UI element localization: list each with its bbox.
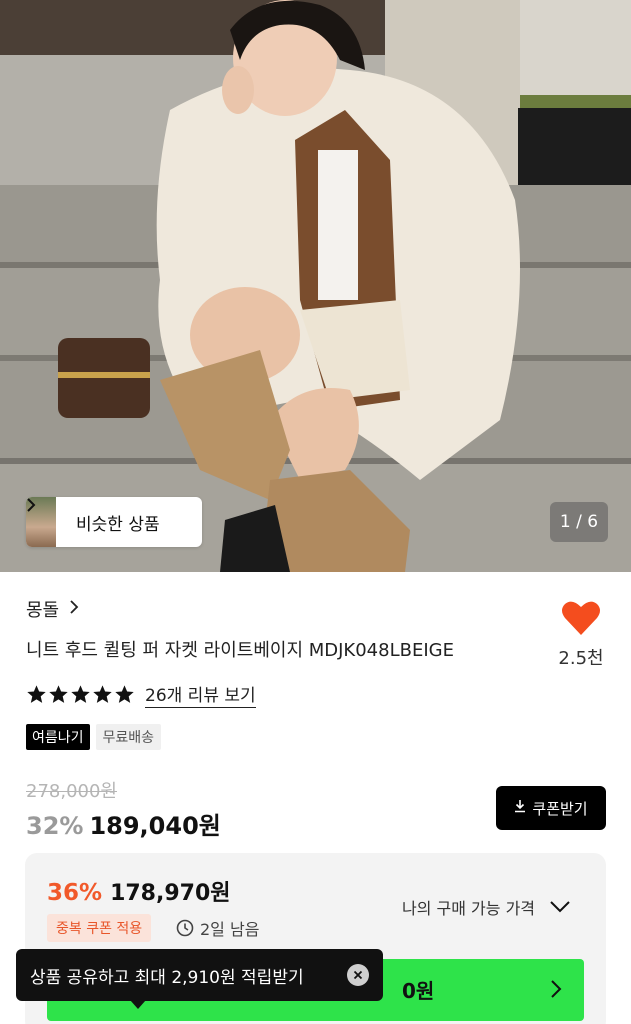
original-price: 278,000원: [26, 781, 117, 802]
chevron-right-icon: [69, 599, 79, 620]
share-reward-text: 상품 공유하고 최대 2,910원 적립받기: [30, 967, 304, 988]
get-coupon-label: 쿠폰받기: [532, 799, 588, 818]
sale-price-row: 32% 189,040원: [26, 806, 221, 841]
toast-pointer: [130, 1000, 146, 1009]
review-link[interactable]: 26개 리뷰 보기: [145, 681, 256, 708]
star-icon: [27, 685, 46, 703]
similar-products-button[interactable]: 비슷한 상품: [26, 497, 202, 547]
share-reward-toast[interactable]: 상품 공유하고 최대 2,910원 적립받기: [16, 949, 383, 1001]
rating-stars: [26, 684, 135, 705]
best-price: 178,970원: [110, 881, 231, 906]
product-title: 니트 후드 퀼팅 퍼 자켓 라이트베이지 MDJK048LBEIGE: [26, 640, 454, 661]
download-icon: [514, 799, 526, 817]
like-button[interactable]: 2.5천: [552, 600, 610, 670]
product-image[interactable]: 비슷한 상품 1 / 6: [0, 0, 631, 572]
close-icon[interactable]: [347, 964, 369, 986]
best-discount-percent: 36%: [47, 880, 103, 906]
my-price-toggle[interactable]: 나의 구매 가능 가격: [402, 895, 571, 919]
discount-percent: 32%: [26, 812, 84, 840]
rating-row: 26개 리뷰 보기: [26, 681, 256, 708]
duplicate-coupon-badge: 중복 쿠폰 적용: [47, 914, 152, 942]
get-coupon-button[interactable]: 쿠폰받기: [496, 786, 606, 830]
brand-name: 몽돌: [26, 600, 60, 621]
purchase-bar-price: 0원: [402, 979, 435, 1003]
brand-link[interactable]: 몽돌: [26, 596, 79, 622]
like-count: 2.5천: [558, 648, 604, 669]
product-tags: 여름나기 무료배송: [26, 724, 162, 750]
chevron-right-icon: [551, 980, 562, 998]
tag-summer: 여름나기: [26, 724, 90, 750]
star-icon: [93, 685, 112, 703]
sale-price: 189,040원: [89, 812, 221, 840]
star-icon: [115, 685, 134, 703]
tag-free-shipping: 무료배송: [95, 724, 162, 750]
chevron-down-icon: [550, 901, 570, 913]
time-left-label: 2일 남음: [200, 920, 260, 939]
star-icon: [71, 685, 90, 703]
image-counter: 1 / 6: [550, 502, 608, 542]
star-icon: [49, 685, 68, 703]
similar-products-label: 비슷한 상품: [76, 514, 160, 535]
time-left: 2일 남음: [176, 916, 259, 940]
product-photo-illustration: [0, 0, 631, 572]
heart-icon: [562, 601, 600, 635]
clock-icon: [176, 919, 194, 937]
my-price-label: 나의 구매 가능 가격: [402, 899, 536, 918]
best-price-row: 36% 178,970원: [47, 875, 231, 907]
